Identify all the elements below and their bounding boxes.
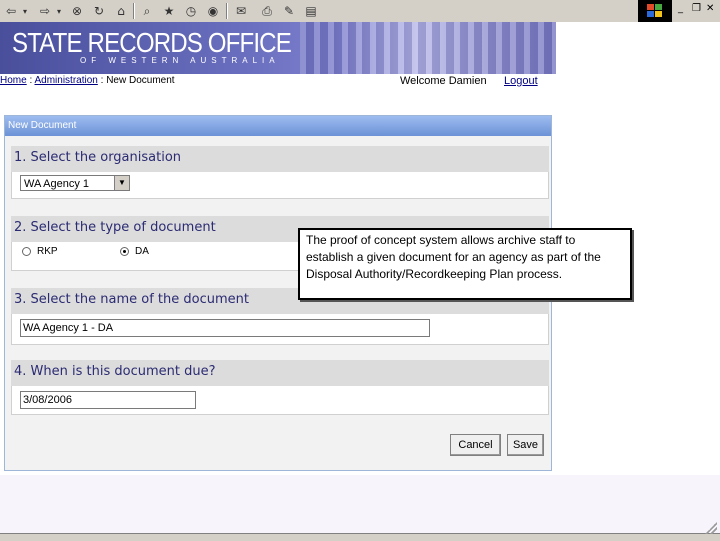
radio-label: RKP [37, 246, 58, 257]
forward-dropdown-icon[interactable]: ▾ [54, 2, 64, 20]
breadcrumb: Home : Administration : New Document [0, 75, 175, 86]
section-heading: 4. When is this document due? [11, 360, 549, 386]
organisation-select[interactable]: WA Agency 1 ▼ [20, 175, 130, 191]
breadcrumb-home-link[interactable]: Home [0, 75, 27, 86]
radio-da[interactable]: DA [120, 246, 149, 257]
stop-icon[interactable]: ⊗ [68, 2, 86, 20]
section-heading: 1. Select the organisation [11, 146, 549, 172]
windows-logo-icon [638, 0, 672, 22]
radio-button[interactable] [22, 247, 31, 256]
resize-grip-icon[interactable] [705, 522, 717, 534]
history-icon[interactable]: ◷ [182, 2, 200, 20]
home-icon[interactable]: ⌂ [112, 2, 130, 20]
save-button[interactable]: Save [507, 434, 544, 456]
page-footer [0, 475, 720, 533]
logout-link[interactable]: Logout [504, 75, 538, 87]
section-due-date: 4. When is this document due? 3/08/2006 [11, 360, 549, 415]
section-organisation: 1. Select the organisation WA Agency 1 ▼ [11, 146, 549, 199]
radio-label: DA [135, 246, 149, 257]
back-dropdown-icon[interactable]: ▾ [20, 2, 30, 20]
mail-icon[interactable]: ✉ [232, 2, 250, 20]
cancel-button[interactable]: Cancel [450, 434, 501, 456]
media-icon[interactable]: ◉ [204, 2, 222, 20]
header-banner: STATE RECORDS OFFICE OF WESTERN AUSTRALI… [0, 22, 556, 74]
site-subtitle: OF WESTERN AUSTRALIA [80, 56, 280, 65]
organisation-select-value: WA Agency 1 [24, 178, 90, 190]
close-icon[interactable]: ✕ [706, 3, 714, 14]
radio-rkp[interactable]: RKP [22, 246, 58, 257]
search-icon[interactable]: ⌕ [138, 2, 156, 20]
discuss-icon[interactable]: ▤ [302, 2, 320, 20]
favorites-icon[interactable]: ★ [160, 2, 178, 20]
restore-icon[interactable]: ❐ [692, 3, 701, 14]
site-title: STATE RECORDS OFFICE [12, 27, 292, 58]
breadcrumb-current: New Document [106, 75, 175, 86]
print-icon[interactable]: ⎙ [258, 2, 276, 20]
minimize-icon[interactable]: _ [678, 3, 683, 14]
callout-annotation: The proof of concept system allows archi… [298, 228, 632, 300]
chevron-down-icon[interactable]: ▼ [114, 176, 129, 190]
browser-toolbar: ⇦ ▾ ⇨ ▾ ⊗ ↻ ⌂ ⌕ ★ ◷ ◉ ✉ ⎙ ✎ ▤ _ ❐ ✕ [0, 0, 720, 23]
refresh-icon[interactable]: ↻ [90, 2, 108, 20]
forward-icon[interactable]: ⇨ [36, 2, 54, 20]
welcome-text: Welcome Damien [400, 75, 487, 87]
due-date-input[interactable]: 3/08/2006 [20, 391, 196, 409]
breadcrumb-separator: : [97, 75, 107, 86]
breadcrumb-administration-link[interactable]: Administration [34, 75, 97, 86]
back-icon[interactable]: ⇦ [2, 2, 20, 20]
edit-icon[interactable]: ✎ [280, 2, 298, 20]
document-name-input[interactable]: WA Agency 1 - DA [20, 319, 430, 337]
banner-image [300, 22, 556, 74]
banner-spacer [556, 22, 720, 74]
radio-button[interactable] [120, 247, 129, 256]
panel-title: New Document [5, 116, 551, 136]
